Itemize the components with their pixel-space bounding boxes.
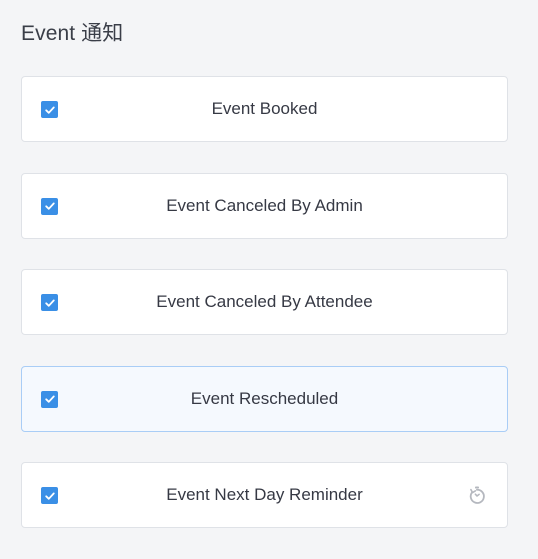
event-label: Event Canceled By Attendee (156, 292, 373, 311)
event-label: Event Next Day Reminder (166, 485, 363, 504)
event-notification-list: Event Booked Event Canceled By Admin Eve… (21, 76, 508, 559)
check-icon (44, 395, 55, 403)
checkbox-event-next-day-reminder[interactable] (41, 487, 58, 504)
check-icon (44, 299, 55, 307)
event-card-next-day-reminder[interactable]: Event Next Day Reminder (21, 462, 508, 528)
checkbox-event-canceled-by-attendee[interactable] (41, 294, 58, 311)
event-label: Event Rescheduled (190, 388, 339, 408)
event-label: Event Canceled By Admin (166, 195, 363, 215)
check-icon (44, 106, 55, 114)
checkbox-event-rescheduled[interactable] (41, 390, 58, 408)
timer-icon[interactable] (467, 485, 487, 505)
section-title: Event 通知 (21, 22, 124, 45)
event-card-booked[interactable]: Event Booked (21, 76, 508, 142)
event-label: Event Booked (211, 99, 318, 118)
event-card-rescheduled[interactable]: Event Rescheduled (21, 365, 508, 432)
event-card-canceled-by-attendee[interactable]: Event Canceled By Attendee (21, 269, 508, 335)
check-icon (44, 492, 55, 500)
check-icon (44, 202, 55, 210)
checkbox-event-booked[interactable] (41, 101, 58, 118)
event-card-canceled-by-admin[interactable]: Event Canceled By Admin (21, 172, 508, 239)
checkbox-event-canceled-by-admin[interactable] (41, 197, 58, 215)
